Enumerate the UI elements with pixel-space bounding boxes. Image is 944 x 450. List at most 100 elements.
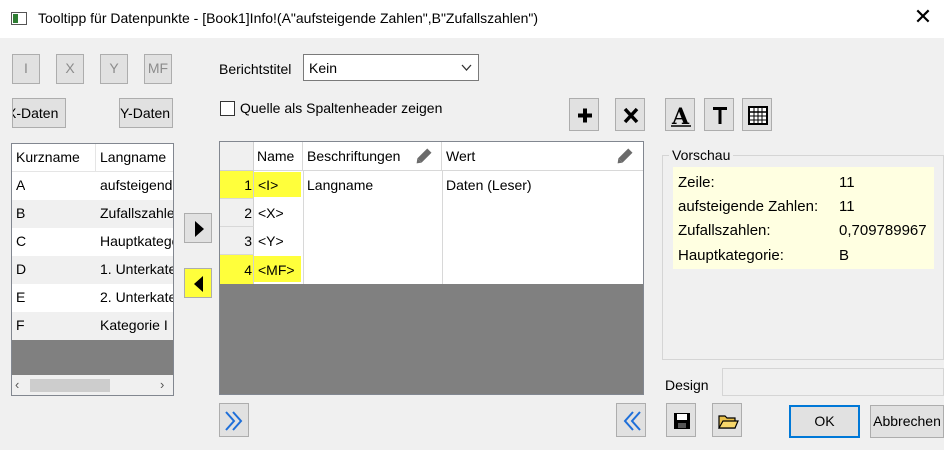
edit-pencil-icon[interactable] [412, 147, 434, 167]
horizontal-scrollbar[interactable]: ‹ › [12, 375, 173, 395]
font-button[interactable]: A [665, 98, 695, 131]
preview-value: 0,709789967 [839, 222, 927, 239]
x-data-button-label: X-Daten [12, 105, 59, 121]
save-disk-icon [674, 413, 690, 429]
plus-icon [578, 108, 592, 123]
table-row[interactable]: B Zufallszahlen [12, 200, 174, 228]
design-field[interactable] [722, 368, 944, 396]
expand-panel-button[interactable] [219, 403, 249, 437]
grid-row[interactable]: 4 <MF> [220, 255, 643, 284]
row-short-name: E [16, 289, 26, 305]
insert-i-button[interactable]: I [12, 54, 40, 84]
scroll-right-icon[interactable]: › [160, 377, 164, 392]
x-data-button[interactable]: X-Daten [12, 98, 66, 128]
table-row[interactable]: A aufsteigende Zahlen [12, 172, 174, 200]
y-data-button-label: Y-Daten [120, 105, 171, 121]
preview-value: B [839, 247, 850, 264]
grid-row[interactable]: 1 <I> Langname Daten (Leser) [220, 171, 643, 199]
triangle-left-icon [194, 276, 203, 292]
grid-row-number: 3 [244, 233, 252, 249]
grid-row-number: 4 [244, 262, 252, 278]
grid-cell-name[interactable]: <Y> [258, 233, 284, 249]
window-title: Tooltipp für Datenpunkte - [Book1]Info!(… [38, 10, 539, 26]
table-row[interactable]: D 1. Unterkategorie [12, 256, 173, 284]
close-icon[interactable]: ✕ [907, 3, 939, 35]
row-long-name: Hauptkategorie [100, 233, 173, 249]
row-long-name: 1. Unterkategorie [100, 261, 173, 277]
column-header-langname[interactable]: Langname [96, 144, 173, 172]
delete-row-button[interactable] [615, 98, 645, 131]
preview-value: 11 [839, 198, 855, 215]
row-long-name: aufsteigende Zahlen [100, 177, 174, 193]
grid-row-number: 2 [244, 205, 252, 221]
design-label: Design [665, 377, 709, 393]
report-title-label: Berichtstitel [219, 61, 292, 77]
cancel-button[interactable]: Abbrechen [870, 405, 944, 438]
font-a-icon: A [671, 104, 691, 130]
ok-button[interactable]: OK [789, 405, 860, 438]
table-row[interactable]: C Hauptkategorie [12, 228, 173, 256]
add-row-button[interactable] [569, 98, 599, 131]
grid-cell-name[interactable]: <I> [258, 177, 278, 193]
open-theme-button[interactable] [712, 403, 742, 437]
preview-key: Zeile: [678, 174, 715, 191]
source-header-checkbox[interactable] [220, 101, 235, 116]
row-short-name: D [16, 261, 27, 277]
tooltip-grid[interactable]: Name Beschriftungen Wert 1 <I> Langname … [219, 141, 644, 395]
row-short-name: A [16, 177, 26, 193]
insert-mf-button[interactable]: MF [144, 54, 172, 84]
preview-box: Zeile: 11 aufsteigende Zahlen: 11 Zufall… [673, 167, 934, 269]
grid-cell-value[interactable]: Daten (Leser) [446, 177, 532, 193]
double-chevron-right-icon [225, 411, 243, 431]
title-bar: Tooltipp für Datenpunkte - [Book1]Info!(… [0, 0, 944, 38]
row-short-name: C [16, 233, 27, 249]
preview-value: 11 [839, 174, 855, 191]
row-short-name: F [16, 317, 25, 333]
grid-corner[interactable] [220, 142, 254, 171]
source-header-checkbox-label: Quelle als Spaltenheader zeigen [240, 100, 443, 116]
delete-x-icon [623, 107, 639, 124]
preview-key: Zufallszahlen: [678, 222, 771, 239]
table-grid-icon [748, 106, 768, 125]
open-folder-icon [717, 415, 739, 429]
app-window-icon [11, 12, 27, 25]
table-row[interactable]: E 2. Unterkategorie [12, 284, 173, 312]
chevron-down-icon [461, 64, 472, 71]
grid-header-labels-text: Beschriftungen [307, 148, 401, 164]
move-right-button[interactable] [184, 213, 212, 243]
insert-x-button[interactable]: X [56, 54, 84, 84]
triangle-right-icon [195, 221, 204, 237]
scroll-left-icon[interactable]: ‹ [15, 377, 19, 392]
row-long-name: Kategorie I [100, 317, 168, 333]
grid-cell-name[interactable]: <X> [258, 205, 284, 221]
preview-key: Hauptkategorie: [678, 247, 784, 264]
collapse-panel-button[interactable] [616, 403, 646, 437]
grid-header-name[interactable]: Name [254, 142, 303, 171]
text-format-button[interactable] [704, 98, 734, 131]
source-column-table[interactable]: Kurzname Langname A aufsteigende Zahlen … [11, 143, 174, 396]
edit-pencil-icon[interactable] [613, 147, 635, 167]
table-row[interactable]: F Kategorie I [12, 312, 173, 340]
row-long-name: Zufallszahlen [100, 205, 174, 221]
scrollbar-thumb[interactable] [30, 379, 110, 392]
report-title-value: Kein [309, 60, 338, 76]
double-chevron-left-icon [623, 411, 641, 431]
row-short-name: B [16, 205, 26, 221]
insert-y-button[interactable]: Y [100, 54, 128, 84]
y-data-button[interactable]: Y-Daten [119, 98, 173, 128]
save-theme-button[interactable] [666, 403, 696, 437]
column-header-kurzname[interactable]: Kurzname [12, 144, 96, 172]
grid-cell-name[interactable]: <MF> [258, 262, 295, 278]
table-empty-area [12, 340, 173, 375]
preview-key: aufsteigende Zahlen: [678, 198, 819, 215]
report-title-select[interactable]: Kein [303, 54, 479, 81]
grid-row-number: 1 [244, 177, 252, 193]
grid-row[interactable]: 2 <X> [220, 199, 643, 227]
grid-cell-label[interactable]: Langname [307, 177, 373, 193]
table-layout-button[interactable] [742, 98, 772, 131]
preview-group-label: Vorschau [669, 147, 734, 163]
grid-header-value-text: Wert [446, 148, 476, 164]
grid-row[interactable]: 3 <Y> [220, 227, 643, 255]
move-left-button[interactable] [184, 268, 212, 298]
text-t-icon [713, 107, 727, 124]
